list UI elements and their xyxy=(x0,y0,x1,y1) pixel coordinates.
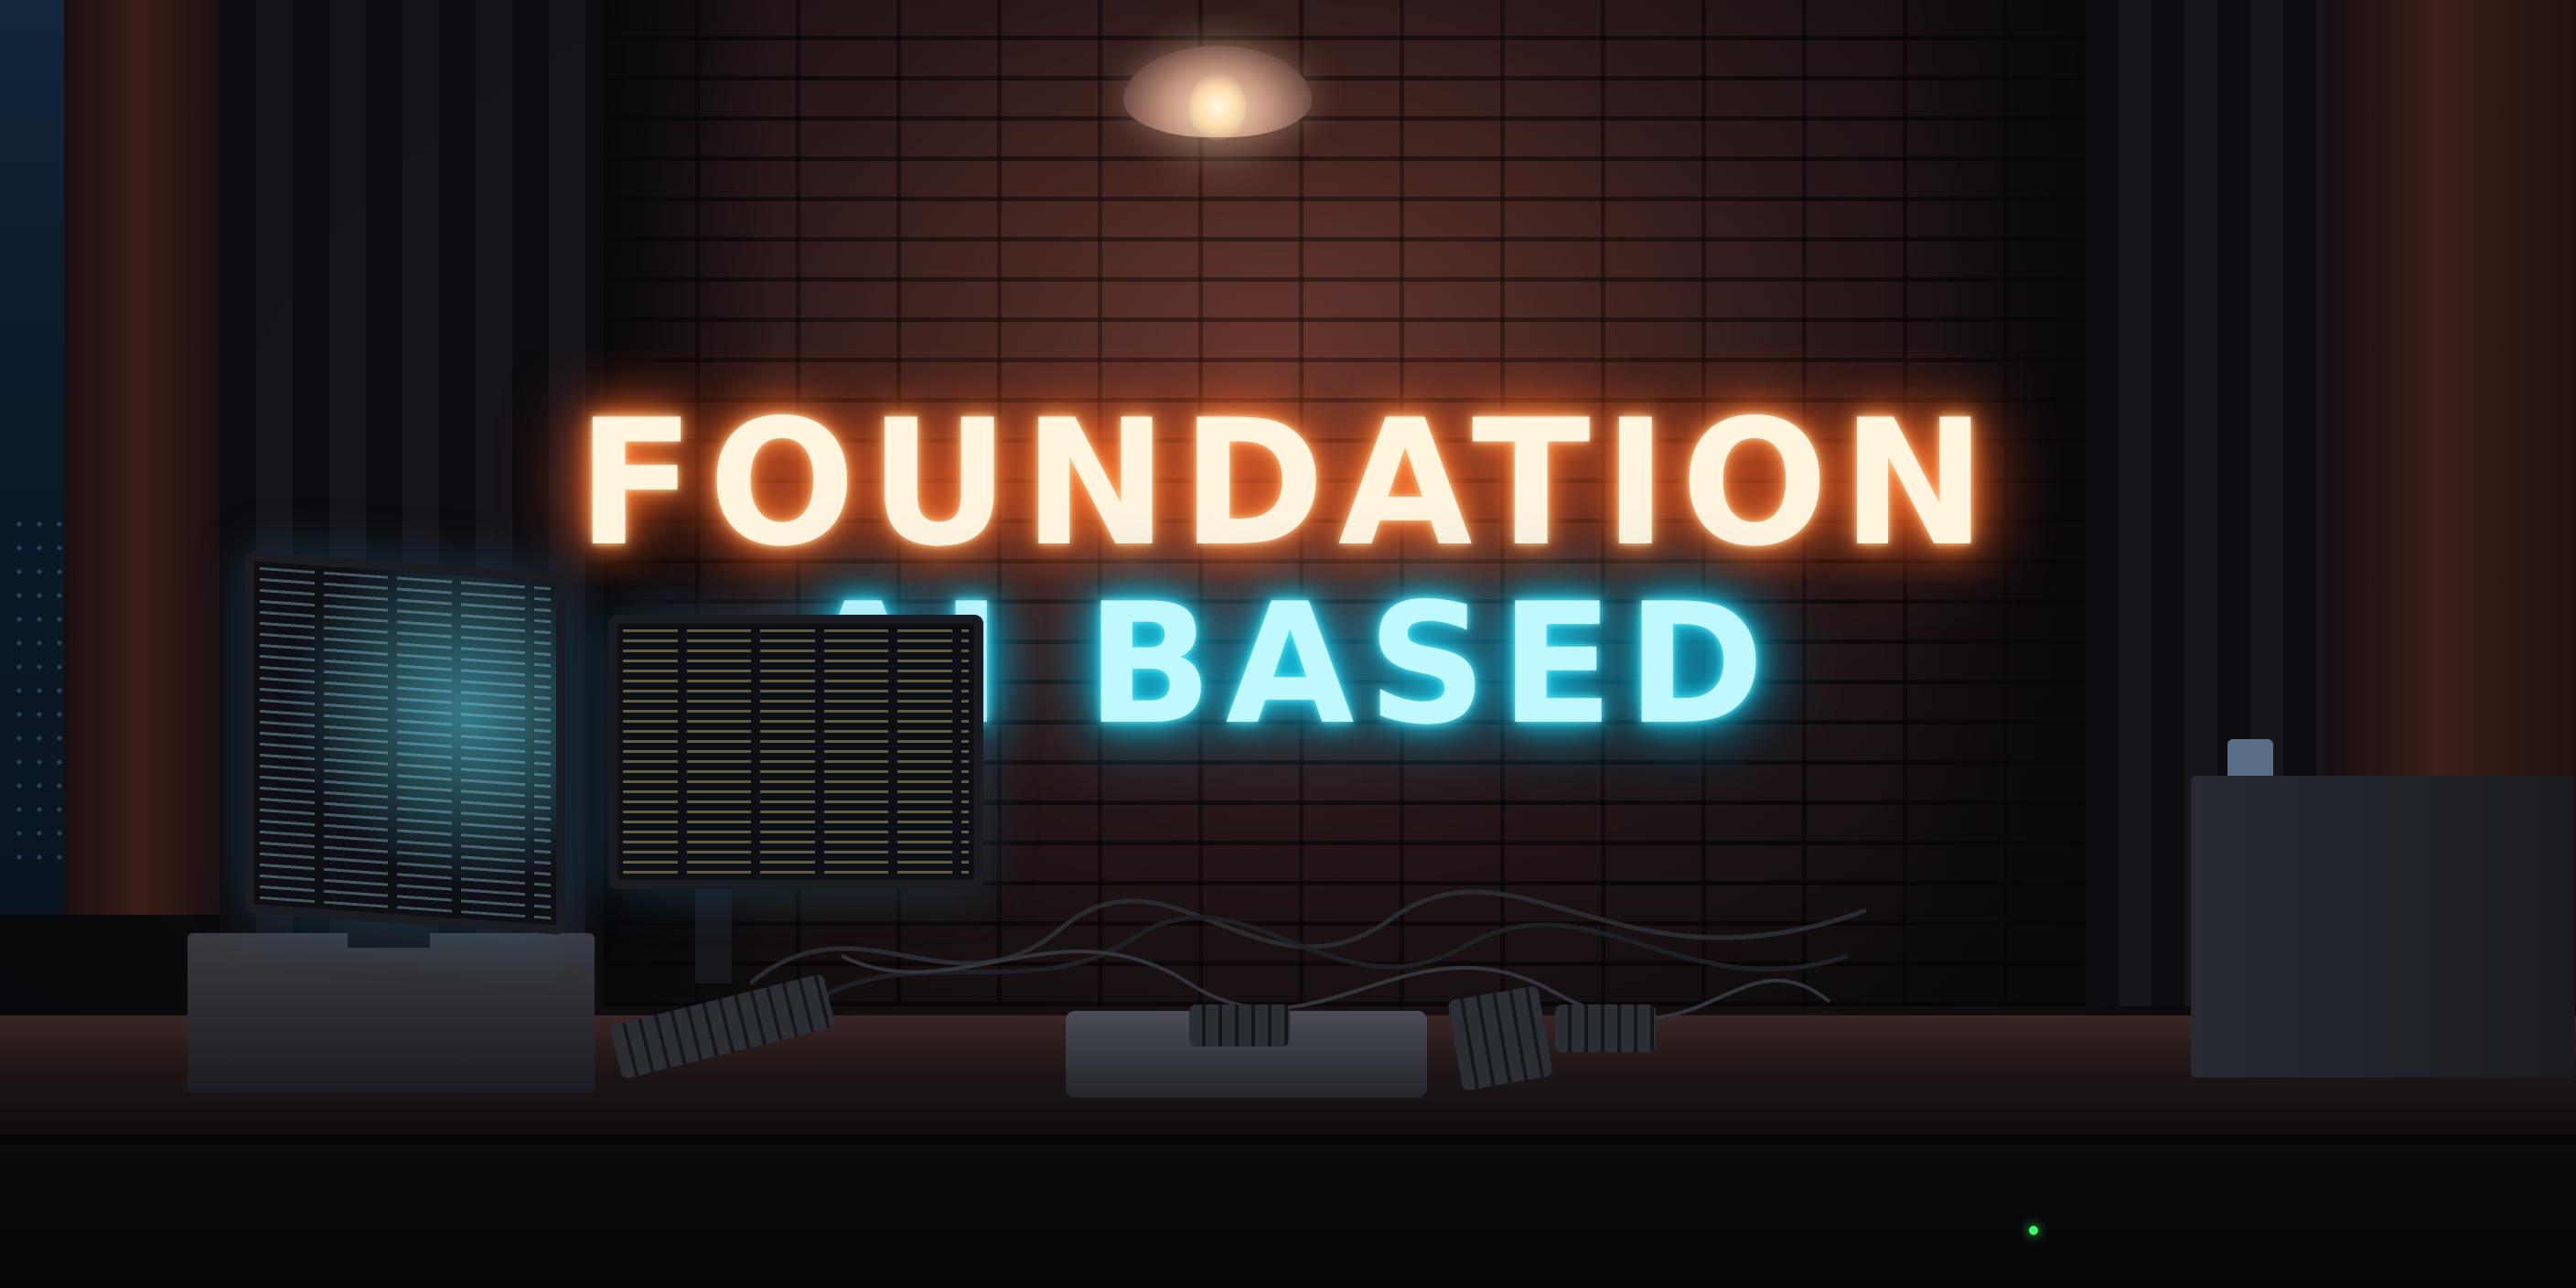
monitor-left xyxy=(245,551,565,936)
office-scene: FOUNDATION AI BASED xyxy=(0,0,2576,1288)
cables-drawing xyxy=(748,889,1867,1022)
desktop-computer-left xyxy=(188,933,595,1093)
desk-edge xyxy=(0,1134,2576,1145)
light-bulb xyxy=(1189,73,1246,141)
desktop-tower-right xyxy=(2191,776,2575,1078)
keyboard-right xyxy=(1555,1004,1656,1052)
keyboard-small xyxy=(1189,1004,1290,1046)
hardware-module xyxy=(2227,739,2273,779)
screen-glow xyxy=(254,561,556,926)
code-lines xyxy=(623,629,969,875)
monitor-center xyxy=(608,615,983,889)
tangled-cables xyxy=(748,874,1867,1029)
status-led xyxy=(2029,1226,2038,1235)
monitor-stand-center xyxy=(695,874,732,983)
ceiling-lamp xyxy=(1123,37,1312,145)
neon-sign-foundation: FOUNDATION xyxy=(576,382,2000,585)
keyboard-numpad xyxy=(1447,985,1553,1091)
